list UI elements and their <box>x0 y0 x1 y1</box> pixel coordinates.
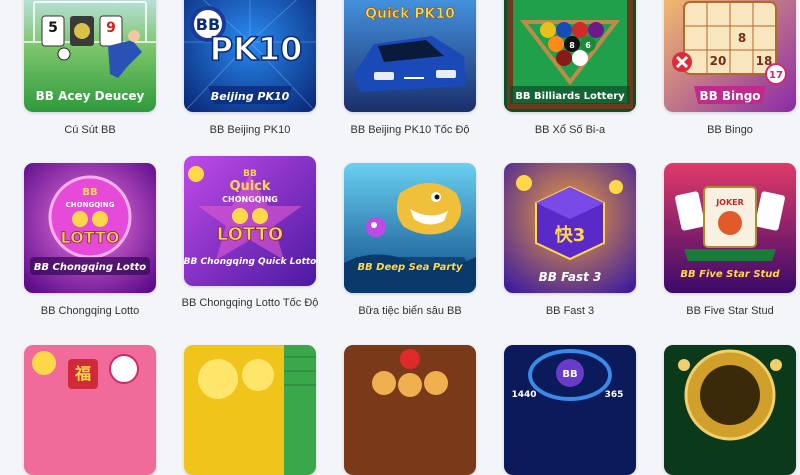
logo-quick-text: Quick <box>229 179 270 194</box>
ball-number-8: 8 <box>569 41 575 50</box>
game-art-five-star-stud: JOKER BB Five Star Stud <box>664 163 796 293</box>
game-art-acey-deucey: 5 9 BB Acey Deucey <box>24 0 156 112</box>
fast3-glyph-text: 快3 <box>555 224 586 246</box>
game-art-title: BB Chongqing Lotto <box>34 262 146 273</box>
game-art-row3-1: 福 <box>24 345 156 475</box>
game-caption[interactable]: BB Chongqing Lotto Tốc Độ <box>175 296 325 310</box>
misc-number-1440: 1440 <box>511 390 536 400</box>
game-art-deep-sea-party: BB Deep Sea Party <box>344 163 476 293</box>
logo-lotto-text: LOTTO <box>60 228 119 247</box>
bingo-number-20: 20 <box>710 54 727 68</box>
game-caption[interactable]: BB Beijing PK10 <box>175 123 325 137</box>
game-tile-chongqing-quick-lotto[interactable]: BB Quick CHONGQING LOTTO BB Chongqing Qu… <box>184 156 316 286</box>
game-tile-five-star-stud[interactable]: JOKER BB Five Star Stud <box>664 163 796 293</box>
logo-chongqing-text: CHONGQING <box>66 201 115 209</box>
game-art-bingo: 20 8 18 17 BB Bingo <box>664 0 796 112</box>
logo-chongqing-text: CHONGQING <box>222 195 278 204</box>
ball-number-6: 6 <box>585 41 591 50</box>
game-art-title: BB Chongqing Quick Lotto <box>184 257 316 267</box>
game-tile-fast-3[interactable]: 快3 BB Fast 3 <box>504 163 636 293</box>
game-tile-row3-4[interactable]: BB 1440 365 <box>504 345 636 475</box>
pk10-logo-text: PK10 <box>210 30 303 68</box>
svg-text:BB: BB <box>562 369 577 380</box>
game-art-title: BB Five Star Stud <box>680 269 780 280</box>
game-tile-billiards-lottery[interactable]: 8 6 BB Billiards Lottery <box>504 0 636 112</box>
game-tile-row3-3[interactable] <box>344 345 476 475</box>
game-art-title: BB Fast 3 <box>539 270 602 284</box>
game-art-title: Quick PK10 <box>365 6 455 22</box>
game-art-row3-3 <box>344 345 476 475</box>
game-art-title: BB Billiards Lottery <box>515 91 625 102</box>
game-tile-bingo[interactable]: 20 8 18 17 BB Bingo <box>664 0 796 112</box>
misc-number-365: 365 <box>605 390 624 400</box>
card-nine-text: 9 <box>106 20 116 36</box>
game-caption[interactable]: Bữa tiệc biển sâu BB <box>335 304 485 318</box>
game-tile-beijing-pk10[interactable]: BB PK10 Beijing PK10 <box>184 0 316 112</box>
bingo-number-17: 17 <box>769 70 783 81</box>
game-tile-row3-2[interactable] <box>184 345 316 475</box>
game-tile-row3-1[interactable]: 福 <box>24 345 156 475</box>
game-tile-quick-pk10[interactable]: Quick PK10 <box>344 0 476 112</box>
game-art-row3-2 <box>184 345 316 475</box>
game-art-chongqing-quick-lotto: BB Quick CHONGQING LOTTO BB Chongqing Qu… <box>184 156 316 286</box>
game-caption[interactable]: BB Fast 3 <box>495 304 645 318</box>
game-art-fast-3: 快3 BB Fast 3 <box>504 163 636 293</box>
game-tile-deep-sea-party[interactable]: BB Deep Sea Party <box>344 163 476 293</box>
game-art-row3-4: BB 1440 365 <box>504 345 636 475</box>
game-art-row3-5 <box>664 345 796 475</box>
game-caption[interactable]: BB Chongqing Lotto <box>15 304 165 318</box>
game-art-title: BB Deep Sea Party <box>357 262 463 273</box>
game-caption[interactable]: Cú Sút BB <box>15 123 165 137</box>
game-tile-acey-deucey[interactable]: 5 9 BB Acey Deucey <box>24 0 156 112</box>
game-tile-row3-5[interactable] <box>664 345 796 475</box>
logo-bb-text: BB <box>82 187 97 198</box>
fu-char-text: 福 <box>74 364 91 383</box>
game-caption[interactable]: BB Bingo <box>655 123 800 137</box>
bingo-number-8: 8 <box>738 31 746 45</box>
game-art-billiards-lottery: 8 6 BB Billiards Lottery <box>504 0 636 112</box>
game-art-title: BB Bingo <box>699 89 760 103</box>
game-caption[interactable]: BB Xổ Số Bi-a <box>495 123 645 137</box>
game-art-chongqing-lotto: BB CHONGQING LOTTO BB Chongqing Lotto <box>24 163 156 293</box>
game-caption[interactable]: BB Five Star Stud <box>655 304 800 318</box>
game-art-title: Beijing PK10 <box>211 90 290 103</box>
game-art-beijing-pk10: BB PK10 Beijing PK10 <box>184 0 316 112</box>
card-five-text: 5 <box>48 20 58 36</box>
game-tile-chongqing-lotto[interactable]: BB CHONGQING LOTTO BB Chongqing Lotto <box>24 163 156 293</box>
logo-lotto-text: LOTTO <box>217 224 283 245</box>
joker-text: JOKER <box>715 198 744 207</box>
game-art-title: BB Acey Deucey <box>36 89 145 103</box>
game-art-quick-pk10: Quick PK10 <box>344 0 476 112</box>
logo-bb-text: BB <box>243 169 257 179</box>
game-grid: 5 9 BB Acey Deucey BB PK10 Beijing PK10 … <box>0 0 800 475</box>
game-caption[interactable]: BB Beijing PK10 Tốc Độ <box>335 123 485 137</box>
